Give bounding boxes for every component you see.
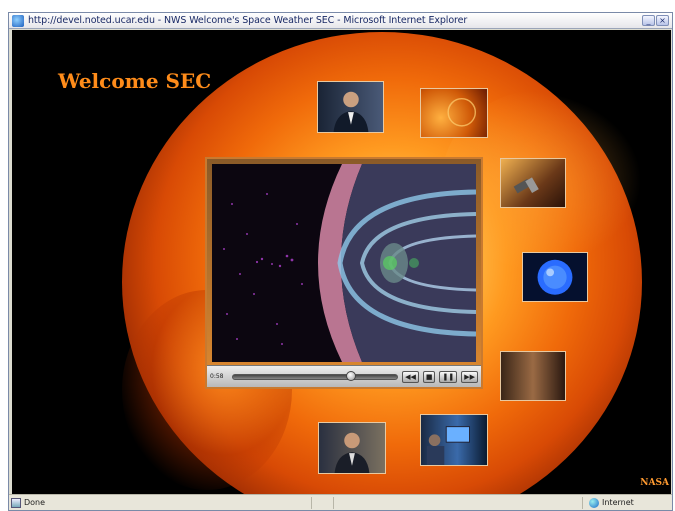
fast-forward-button[interactable]: ▶▶ bbox=[461, 370, 478, 383]
security-zone: Internet bbox=[582, 496, 672, 509]
minimize-button[interactable]: _ bbox=[642, 15, 655, 26]
page-done-icon bbox=[11, 497, 21, 508]
zone-label: Internet bbox=[602, 498, 634, 507]
blue-sun-icon bbox=[537, 259, 573, 295]
thumbnail-blue-sun[interactable] bbox=[522, 252, 588, 302]
thumbnail-presenter-1[interactable] bbox=[317, 81, 384, 133]
satellite-icon bbox=[513, 177, 539, 194]
internet-explorer-icon bbox=[12, 14, 24, 27]
page-heading: Welcome SEC bbox=[58, 69, 212, 93]
status-area: Done bbox=[11, 497, 311, 508]
thumbnail-solar-surface[interactable] bbox=[420, 88, 488, 138]
page-content: Welcome SEC 0:58 ◀◀ ■ ❚❚ ▶▶ NASA bbox=[12, 30, 671, 494]
stop-button[interactable]: ■ bbox=[422, 370, 436, 383]
thumbnail-satellite[interactable] bbox=[500, 158, 566, 208]
presenter-figure-icon bbox=[334, 432, 370, 473]
status-pane bbox=[311, 496, 333, 509]
sun-icon bbox=[447, 97, 477, 127]
magnetosphere-video[interactable] bbox=[212, 164, 476, 362]
status-text: Done bbox=[24, 498, 46, 507]
rewind-button[interactable]: ◀◀ bbox=[402, 370, 419, 383]
thumbnail-presenter-2[interactable] bbox=[318, 422, 386, 474]
globe-icon bbox=[589, 497, 599, 508]
thumbnail-control-room[interactable] bbox=[420, 414, 488, 466]
window-controls: _ × bbox=[642, 15, 669, 26]
browser-window: http://devel.noted.ucar.edu - NWS Welcom… bbox=[8, 12, 673, 511]
title-bar: http://devel.noted.ucar.edu - NWS Welcom… bbox=[9, 13, 672, 29]
credit-label: NASA bbox=[640, 478, 669, 488]
seek-bar[interactable] bbox=[232, 370, 399, 381]
monitor-icon bbox=[426, 426, 471, 465]
playback-time: 0:58 bbox=[210, 373, 224, 380]
pause-button[interactable]: ❚❚ bbox=[439, 370, 458, 383]
status-pane bbox=[333, 496, 355, 509]
magnetosphere-illustration bbox=[212, 164, 476, 362]
presenter-figure-icon bbox=[333, 91, 369, 132]
close-button[interactable]: × bbox=[656, 15, 669, 26]
thumbnail-lab[interactable] bbox=[500, 351, 566, 401]
seek-handle[interactable] bbox=[346, 370, 357, 381]
player-controls: 0:58 ◀◀ ■ ❚❚ ▶▶ bbox=[207, 365, 481, 387]
window-title: http://devel.noted.ucar.edu - NWS Welcom… bbox=[28, 15, 468, 26]
video-player: 0:58 ◀◀ ■ ❚❚ ▶▶ bbox=[205, 157, 483, 389]
status-bar: Done Internet bbox=[9, 494, 672, 510]
